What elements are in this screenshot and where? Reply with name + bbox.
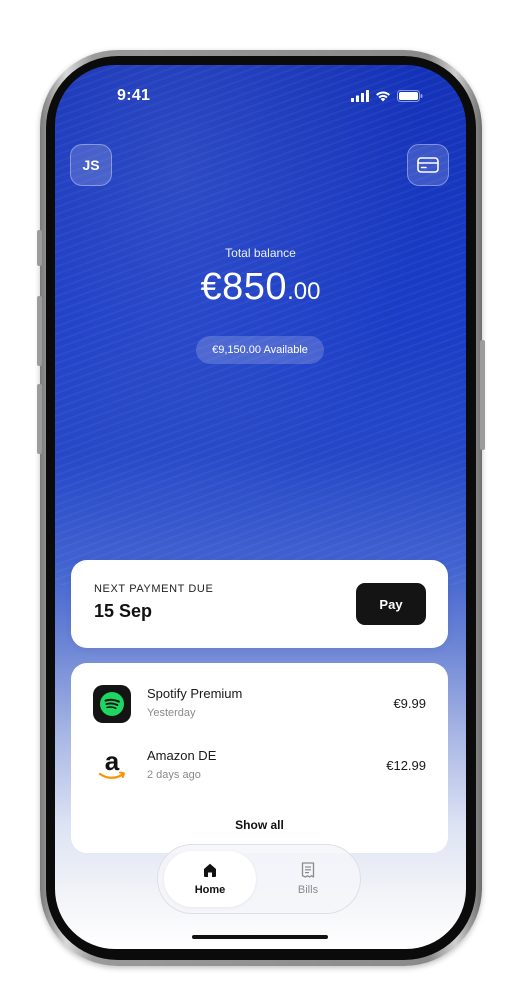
transaction-date: Yesterday <box>147 707 196 719</box>
volume-up-button <box>37 296 42 366</box>
signal-icon <box>351 90 369 102</box>
show-all-link[interactable]: Show all <box>71 818 448 832</box>
tab-bills[interactable]: Bills <box>262 851 354 907</box>
status-bar: 9:41 <box>55 65 466 125</box>
transaction-row[interactable]: a Amazon DE 2 days ago €12.99 <box>71 747 448 791</box>
volume-down-button <box>37 384 42 454</box>
background-texture <box>55 65 466 585</box>
home-icon <box>204 863 216 877</box>
balance-amount-cents: .00 <box>287 278 321 305</box>
pay-button[interactable]: Pay <box>356 583 426 625</box>
transaction-amount: €9.99 <box>393 696 426 711</box>
status-time: 9:41 <box>117 87 151 104</box>
transaction-amount: €12.99 <box>386 758 426 773</box>
tab-home[interactable]: Home <box>164 851 256 907</box>
transaction-name: Spotify Premium <box>147 686 243 701</box>
status-icons <box>351 90 423 102</box>
tab-bills-label: Bills <box>297 884 319 896</box>
spotify-logo-icon <box>93 685 131 723</box>
transactions-card: Spotify Premium Yesterday €9.99 a Amazon… <box>71 663 448 853</box>
card-button[interactable] <box>407 144 449 186</box>
amazon-logo-icon: a <box>93 747 131 785</box>
balance-amount-main: €850 <box>200 266 288 308</box>
action-button <box>37 230 42 266</box>
next-payment-label: NEXT PAYMENT DUE <box>94 583 214 595</box>
transaction-date: 2 days ago <box>147 769 201 781</box>
wifi-icon <box>376 91 390 102</box>
power-button <box>480 340 485 450</box>
home-indicator <box>192 935 328 939</box>
next-payment-date: 15 Sep <box>94 601 153 621</box>
credit-card-icon <box>417 157 439 173</box>
receipt-icon <box>301 862 315 878</box>
tab-home-label: Home <box>194 884 226 896</box>
transaction-name: Amazon DE <box>147 748 217 763</box>
balance-label: Total balance <box>225 246 296 260</box>
svg-text:a: a <box>105 747 120 776</box>
transaction-row[interactable]: Spotify Premium Yesterday €9.99 <box>71 685 448 729</box>
balance-amount: €850.00 <box>55 266 466 309</box>
next-payment-card: NEXT PAYMENT DUE 15 Sep Pay <box>71 560 448 648</box>
app-screen: 9:41 JS Total balance €850.00 €9,150.00 … <box>55 65 466 949</box>
available-balance-badge[interactable]: €9,150.00 Available <box>196 336 324 364</box>
bottom-tab-bar: Home Bills <box>157 844 361 914</box>
battery-icon <box>397 90 423 102</box>
avatar-button[interactable]: JS <box>70 144 112 186</box>
